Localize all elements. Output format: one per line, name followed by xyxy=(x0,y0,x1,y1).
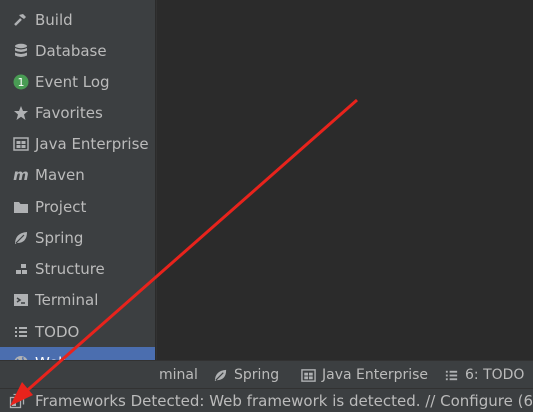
menu-item-label: Database xyxy=(35,41,107,60)
menu-item-label: Spring xyxy=(35,228,84,247)
todo-icon xyxy=(13,324,29,340)
tool-button-todo[interactable]: 6: TODO xyxy=(443,361,524,389)
database-icon xyxy=(13,43,29,59)
menu-item-label: Java Enterprise xyxy=(35,134,149,153)
tool-windows-toggle-icon[interactable] xyxy=(9,393,25,409)
menu-item-maven[interactable]: m Maven xyxy=(0,159,155,190)
todo-icon xyxy=(443,367,459,383)
maven-icon: m xyxy=(13,165,29,184)
menu-item-label: TODO xyxy=(35,322,80,341)
menu-item-label: Event Log xyxy=(35,72,110,91)
tool-button-label: 6: TODO xyxy=(465,367,525,383)
menu-item-project[interactable]: Project xyxy=(0,191,155,222)
svg-text:1: 1 xyxy=(18,76,25,89)
hammer-icon xyxy=(13,12,29,28)
status-message[interactable]: Frameworks Detected: Web framework is de… xyxy=(35,392,533,410)
menu-item-event-log[interactable]: 1 Event Log xyxy=(0,66,155,97)
menu-item-label: Terminal xyxy=(35,290,99,309)
spring-leaf-icon xyxy=(212,367,228,383)
structure-icon xyxy=(13,261,29,277)
menu-item-label: Structure xyxy=(35,259,105,278)
menu-item-spring[interactable]: Spring xyxy=(0,222,155,253)
menu-item-structure[interactable]: Structure xyxy=(0,253,155,284)
tool-button-label: minal xyxy=(159,367,198,383)
menu-item-database[interactable]: Database xyxy=(0,35,155,66)
menu-item-label: Favorites xyxy=(35,103,103,122)
folder-icon xyxy=(13,199,29,215)
java-enterprise-icon xyxy=(300,367,316,383)
menu-item-label: Maven xyxy=(35,165,85,184)
status-bar: Frameworks Detected: Web framework is de… xyxy=(0,388,533,412)
menu-item-terminal[interactable]: Terminal xyxy=(0,284,155,315)
java-enterprise-icon xyxy=(13,136,29,152)
star-icon xyxy=(13,105,29,121)
tool-window-bar: minal Spring Java Enterprise 6: TODO xyxy=(0,360,533,389)
spring-leaf-icon xyxy=(13,230,29,246)
event-log-icon: 1 xyxy=(13,74,29,90)
tool-button-label: Java Enterprise xyxy=(322,367,429,383)
menu-item-favorites[interactable]: Favorites xyxy=(0,97,155,128)
menu-item-todo[interactable]: TODO xyxy=(0,316,155,347)
menu-item-label: Project xyxy=(35,197,87,216)
tool-button-java-enterprise[interactable]: Java Enterprise xyxy=(300,361,428,389)
terminal-icon xyxy=(13,292,29,308)
tool-windows-menu: Build Database 1 Event Log Favorites Jav… xyxy=(0,0,156,380)
menu-item-build[interactable]: Build xyxy=(0,4,155,35)
tool-button-terminal[interactable]: minal xyxy=(159,361,198,389)
menu-item-label: Build xyxy=(35,10,73,29)
tool-button-label: Spring xyxy=(234,367,280,383)
tool-button-spring[interactable]: Spring xyxy=(212,361,279,389)
menu-item-java-enterprise[interactable]: Java Enterprise xyxy=(0,128,155,159)
